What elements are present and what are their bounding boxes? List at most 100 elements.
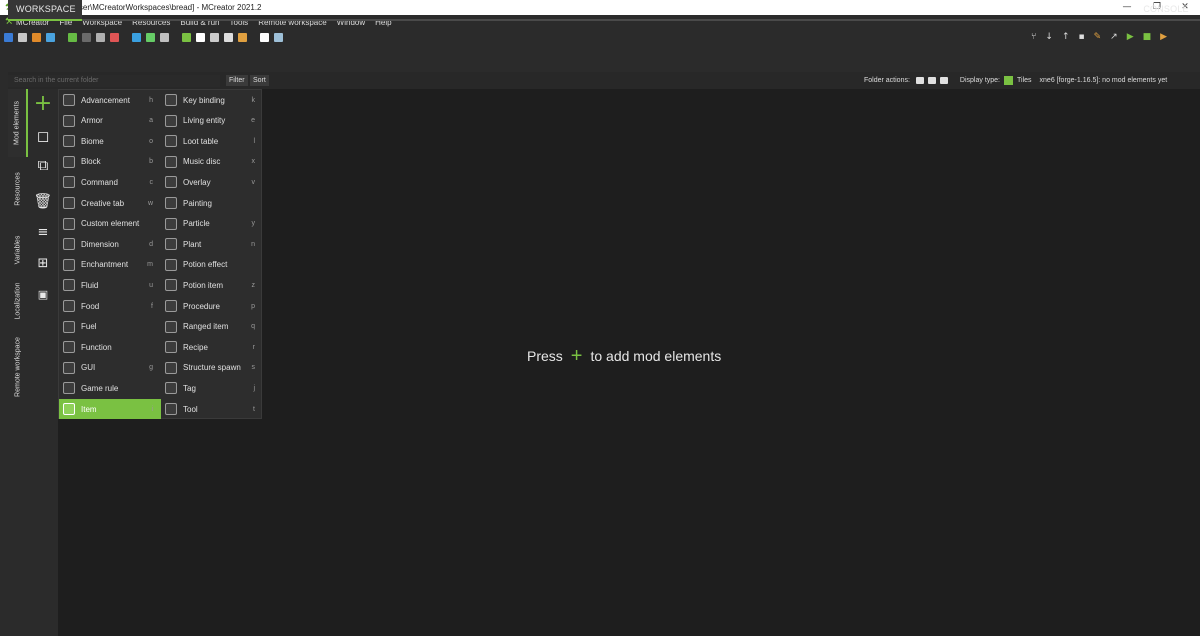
export-icon[interactable]: ⊞ bbox=[28, 254, 58, 274]
menu-item-creative-tab[interactable]: Creative tab w bbox=[59, 193, 161, 213]
tiles-option[interactable]: Tiles bbox=[1017, 77, 1032, 84]
menu-item-overlay[interactable]: Overlay v bbox=[161, 172, 263, 192]
menu-item-fuel[interactable]: Fuel bbox=[59, 317, 161, 337]
menu-item-tag[interactable]: Tag j bbox=[161, 378, 263, 398]
menu-item-item[interactable]: Item i bbox=[59, 399, 161, 419]
menu-item-custom-element[interactable]: Custom element bbox=[59, 214, 161, 234]
hint-suffix: to add mod elements bbox=[590, 348, 722, 364]
toolbar-button-10-icon[interactable] bbox=[160, 33, 169, 42]
toolbar-button-2-icon[interactable] bbox=[32, 33, 41, 42]
tab-console-label: CONSOLE bbox=[1143, 4, 1189, 14]
tiles-icon[interactable] bbox=[1004, 76, 1013, 85]
delete-icon[interactable]: 🗑 bbox=[28, 191, 58, 211]
menu-item-function[interactable]: Function bbox=[59, 337, 161, 357]
git-branch-icon[interactable]: ⑂ bbox=[1031, 29, 1036, 46]
menu-item-living-entity[interactable]: Living entity e bbox=[161, 111, 263, 131]
run-client-icon[interactable]: ▶ bbox=[1127, 29, 1134, 46]
menu-item-armor[interactable]: Armor a bbox=[59, 111, 161, 131]
push-icon[interactable]: ↑ bbox=[1062, 29, 1070, 46]
tab-console[interactable]: CONSOLE. bbox=[1143, 0, 1192, 19]
menu-item-loot-table[interactable]: Loot table l bbox=[161, 131, 263, 151]
pull-icon[interactable]: ↓ bbox=[1045, 29, 1053, 46]
menu-item-fluid[interactable]: Fluid u bbox=[59, 275, 161, 295]
side-tab-remote-workspace[interactable]: Remote workspace bbox=[8, 321, 28, 413]
toolbar-button-1-icon[interactable] bbox=[18, 33, 27, 42]
menu-item-shortcut: x bbox=[251, 158, 256, 166]
menu-item-recipe[interactable]: Recipe r bbox=[161, 337, 263, 357]
menu-item-potion-effect[interactable]: Potion effect bbox=[161, 255, 263, 275]
toolbar-button-8-icon[interactable] bbox=[132, 33, 141, 42]
toolbar-button-17-icon[interactable] bbox=[274, 33, 283, 42]
menu-item-tool[interactable]: Tool t bbox=[161, 399, 263, 419]
menu-item-enchantment[interactable]: Enchantment m bbox=[59, 255, 161, 275]
particle-icon bbox=[165, 217, 177, 230]
menu-item-label: Advancement bbox=[81, 95, 130, 105]
menu-item-particle[interactable]: Particle y bbox=[161, 214, 263, 234]
build-hammer-icon[interactable]: ✎ bbox=[1094, 29, 1102, 46]
menu-item-biome[interactable]: Biome o bbox=[59, 131, 161, 151]
toolbar-button-9-icon[interactable] bbox=[146, 33, 155, 42]
toolbar-button-16-icon[interactable] bbox=[260, 33, 269, 42]
menu-item-gui[interactable]: GUI g bbox=[59, 358, 161, 378]
menu-item-music-disc[interactable]: Music disc x bbox=[161, 152, 263, 172]
sort-button[interactable]: Sort bbox=[250, 75, 269, 86]
lock-code-icon[interactable]: ≡ bbox=[28, 223, 58, 243]
rename-folder-icon[interactable] bbox=[927, 77, 936, 84]
menu-item-command[interactable]: Command c bbox=[59, 172, 161, 192]
menu-item-game-rule[interactable]: Game rule bbox=[59, 378, 161, 398]
toolbar-button-6-icon[interactable] bbox=[96, 33, 105, 42]
search-input[interactable]: Search in the current folder bbox=[8, 75, 220, 87]
menu-item-painting[interactable]: Painting bbox=[161, 193, 263, 213]
add-icon[interactable]: + bbox=[28, 93, 58, 115]
toolbar-button-12-icon[interactable] bbox=[196, 33, 205, 42]
menu-item-label: Overlay bbox=[183, 177, 211, 187]
food-icon bbox=[63, 300, 75, 312]
filter-button[interactable]: Filter bbox=[226, 75, 248, 86]
menu-item-ranged-item[interactable]: Ranged item q bbox=[161, 317, 263, 337]
menu-item-shortcut: z bbox=[251, 281, 256, 289]
toolbar-button-11-icon[interactable] bbox=[182, 33, 191, 42]
advancement-icon bbox=[63, 94, 75, 106]
menu-item-label: Game rule bbox=[81, 383, 119, 393]
menu-item-label: Plant bbox=[183, 239, 202, 249]
run-server-icon[interactable]: ■ bbox=[1143, 29, 1152, 46]
minimize-button[interactable]: — bbox=[1112, 0, 1142, 15]
export-mod-icon[interactable]: ▶ bbox=[1160, 29, 1167, 46]
menu-item-procedure[interactable]: Procedure p bbox=[161, 296, 263, 316]
toolbar-button-4-icon[interactable] bbox=[68, 33, 77, 42]
delete-folder-icon[interactable] bbox=[939, 77, 948, 84]
toolbar-button-7-icon[interactable] bbox=[110, 33, 119, 42]
enchantment-icon bbox=[63, 258, 75, 271]
new-folder-icon[interactable] bbox=[915, 77, 924, 84]
toolbar-button-5-icon[interactable] bbox=[82, 33, 91, 42]
toolbar-button-13-icon[interactable] bbox=[210, 33, 219, 42]
workspace-status: xne6 [forge-1.16.5]: no mod elements yet bbox=[1039, 77, 1168, 84]
menu-item-block[interactable]: Block b bbox=[59, 152, 161, 172]
menu-bar: ⚒ MCreator File Workspace Resources Buil… bbox=[0, 15, 1200, 29]
toolbar-button-0-icon[interactable] bbox=[4, 33, 13, 42]
edit-icon[interactable]: ◻ bbox=[28, 126, 58, 146]
tab-workspace[interactable]: WORKSPACE bbox=[8, 0, 82, 19]
menu-item-key-binding[interactable]: Key binding k bbox=[161, 90, 263, 110]
menu-item-label: Function bbox=[81, 342, 112, 352]
ranged-item-icon bbox=[165, 320, 177, 333]
menu-item-advancement[interactable]: Advancement h bbox=[59, 90, 161, 110]
side-tab-resources[interactable]: Resources bbox=[8, 159, 28, 219]
menu-item-food[interactable]: Food f bbox=[59, 296, 161, 316]
sync-icon[interactable]: ▪ bbox=[1079, 29, 1085, 46]
id-icon[interactable]: ▣ bbox=[28, 285, 58, 305]
menu-item-label: Biome bbox=[81, 136, 104, 146]
side-tab-mod-elements[interactable]: Mod elements bbox=[8, 89, 28, 157]
menu-item-potion-item[interactable]: Potion item z bbox=[161, 275, 263, 295]
menu-item-shortcut: d bbox=[149, 240, 153, 248]
duplicate-icon[interactable]: ⧉ bbox=[28, 155, 58, 175]
side-tabs: Mod elements Resources Variables Localiz… bbox=[8, 89, 28, 636]
menu-item-structure-spawn[interactable]: Structure spawn s bbox=[161, 358, 263, 378]
toolbar-button-15-icon[interactable] bbox=[238, 33, 247, 42]
menu-item-plant[interactable]: Plant n bbox=[161, 234, 263, 254]
side-tab-mod-elements-label: Mod elements bbox=[13, 101, 21, 145]
toolbar-button-3-icon[interactable] bbox=[46, 33, 55, 42]
regenerate-icon[interactable]: ↗ bbox=[1110, 29, 1118, 46]
menu-item-dimension[interactable]: Dimension d bbox=[59, 234, 161, 254]
toolbar-button-14-icon[interactable] bbox=[224, 33, 233, 42]
